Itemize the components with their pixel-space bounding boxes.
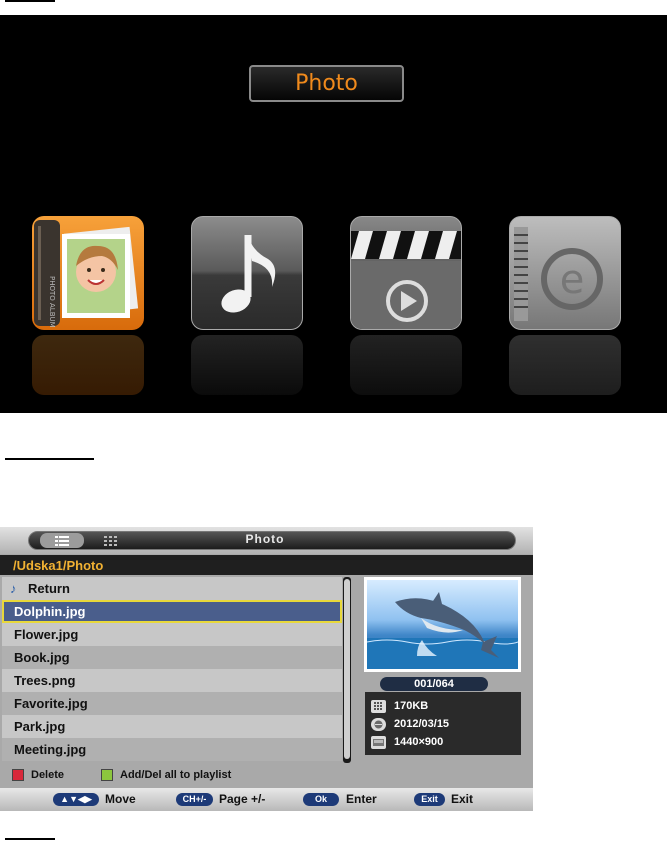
- hint-enter: Enter: [346, 792, 377, 806]
- photo-info-panel: 170KB 2012/03/15 1440×900: [365, 692, 521, 755]
- color-key-legend: Delete Add/Del all to playlist: [0, 767, 533, 787]
- info-resolution-row: 1440×900: [371, 734, 443, 750]
- file-item[interactable]: Flower.jpg: [2, 623, 342, 646]
- hint-exit: Exit: [451, 792, 474, 806]
- tile-music[interactable]: [191, 216, 303, 330]
- red-key-label: Delete: [31, 769, 65, 781]
- info-size-row: 170KB: [371, 698, 428, 714]
- clapperboard-icon: [351, 231, 461, 329]
- green-key-label: Add/Del all to playlist: [120, 769, 232, 781]
- tile-ebook[interactable]: e: [509, 216, 621, 330]
- hint-move: Move: [105, 792, 136, 806]
- exit-key-icon: Exit: [414, 793, 445, 806]
- date-icon: [371, 717, 386, 731]
- grid-view-icon: [104, 535, 117, 546]
- browser-top-bar: Photo: [0, 527, 533, 554]
- file-item[interactable]: Meeting.jpg: [2, 738, 342, 761]
- tile-movie[interactable]: [350, 216, 462, 330]
- red-key-icon: [12, 769, 24, 781]
- grid-view-button[interactable]: [96, 533, 126, 548]
- page-rule-middle: [5, 458, 94, 460]
- svg-text:e: e: [560, 257, 585, 303]
- file-item[interactable]: Favorite.jpg: [2, 692, 342, 715]
- green-key-icon: [101, 769, 113, 781]
- ok-key-icon: Ok: [303, 793, 339, 806]
- file-item[interactable]: Trees.png: [2, 669, 342, 692]
- menu-title: Photo: [295, 71, 358, 96]
- file-name: Dolphin.jpg: [14, 604, 86, 619]
- file-item[interactable]: Park.jpg: [2, 715, 342, 738]
- file-name: Book.jpg: [14, 650, 70, 665]
- photo-browser-screen: Photo /Udska1/Photo ♪ Return Dolphin.jpg…: [0, 527, 533, 811]
- tile-photo-reflection: [32, 335, 144, 395]
- file-date: 2012/03/15: [394, 718, 450, 730]
- file-name: Trees.png: [14, 673, 76, 688]
- file-name: Meeting.jpg: [14, 742, 87, 757]
- arrow-keys-icon: ▲▼◀▶: [53, 793, 99, 806]
- file-item[interactable]: Book.jpg: [2, 646, 342, 669]
- list-view-button[interactable]: [40, 533, 84, 548]
- photo-counter: 001/064: [380, 677, 488, 691]
- return-label: Return: [28, 581, 70, 596]
- hint-page: Page +/-: [219, 792, 266, 806]
- main-menu-screen: Photo PHOTO ALBUM e: [0, 15, 667, 413]
- photo-preview: [364, 577, 521, 672]
- dolphin-thumbnail: [367, 592, 518, 669]
- page-rule-top: [5, 0, 55, 2]
- file-list-scrollbar[interactable]: [343, 577, 351, 763]
- path-bar: /Udska1/Photo: [0, 555, 533, 575]
- file-name: Flower.jpg: [14, 627, 79, 642]
- info-date-row: 2012/03/15: [371, 716, 449, 732]
- return-item[interactable]: ♪ Return: [2, 577, 342, 600]
- return-icon: ♪: [10, 581, 17, 596]
- tile-music-reflection: [191, 335, 303, 395]
- menu-title-box: Photo: [249, 65, 404, 102]
- page-rule-bottom: [5, 838, 55, 840]
- scrollbar-thumb[interactable]: [344, 579, 350, 759]
- tile-photo[interactable]: PHOTO ALBUM: [32, 216, 144, 330]
- music-note-icon: [221, 235, 276, 313]
- resolution-icon: [371, 735, 386, 749]
- current-path: /Udska1/Photo: [13, 558, 104, 573]
- tile-ebook-reflection: [509, 335, 621, 395]
- file-item-selected[interactable]: Dolphin.jpg: [2, 600, 342, 623]
- file-size: 170KB: [394, 700, 429, 712]
- list-view-icon: [55, 535, 69, 546]
- ebook-icon: e: [514, 227, 603, 321]
- file-size-icon: [371, 699, 386, 713]
- file-resolution: 1440×900: [394, 736, 444, 748]
- file-name: Park.jpg: [14, 719, 66, 734]
- browser-title: Photo: [245, 532, 285, 546]
- svg-text:PHOTO ALBUM: PHOTO ALBUM: [48, 276, 56, 328]
- file-name: Favorite.jpg: [14, 696, 88, 711]
- channel-key-icon: CH+/-: [176, 793, 213, 806]
- photo-album-icon: PHOTO ALBUM: [34, 220, 139, 328]
- tile-movie-reflection: [350, 335, 462, 395]
- hint-bar: ▲▼◀▶ Move CH+/- Page +/- Ok Enter Exit E…: [0, 788, 533, 811]
